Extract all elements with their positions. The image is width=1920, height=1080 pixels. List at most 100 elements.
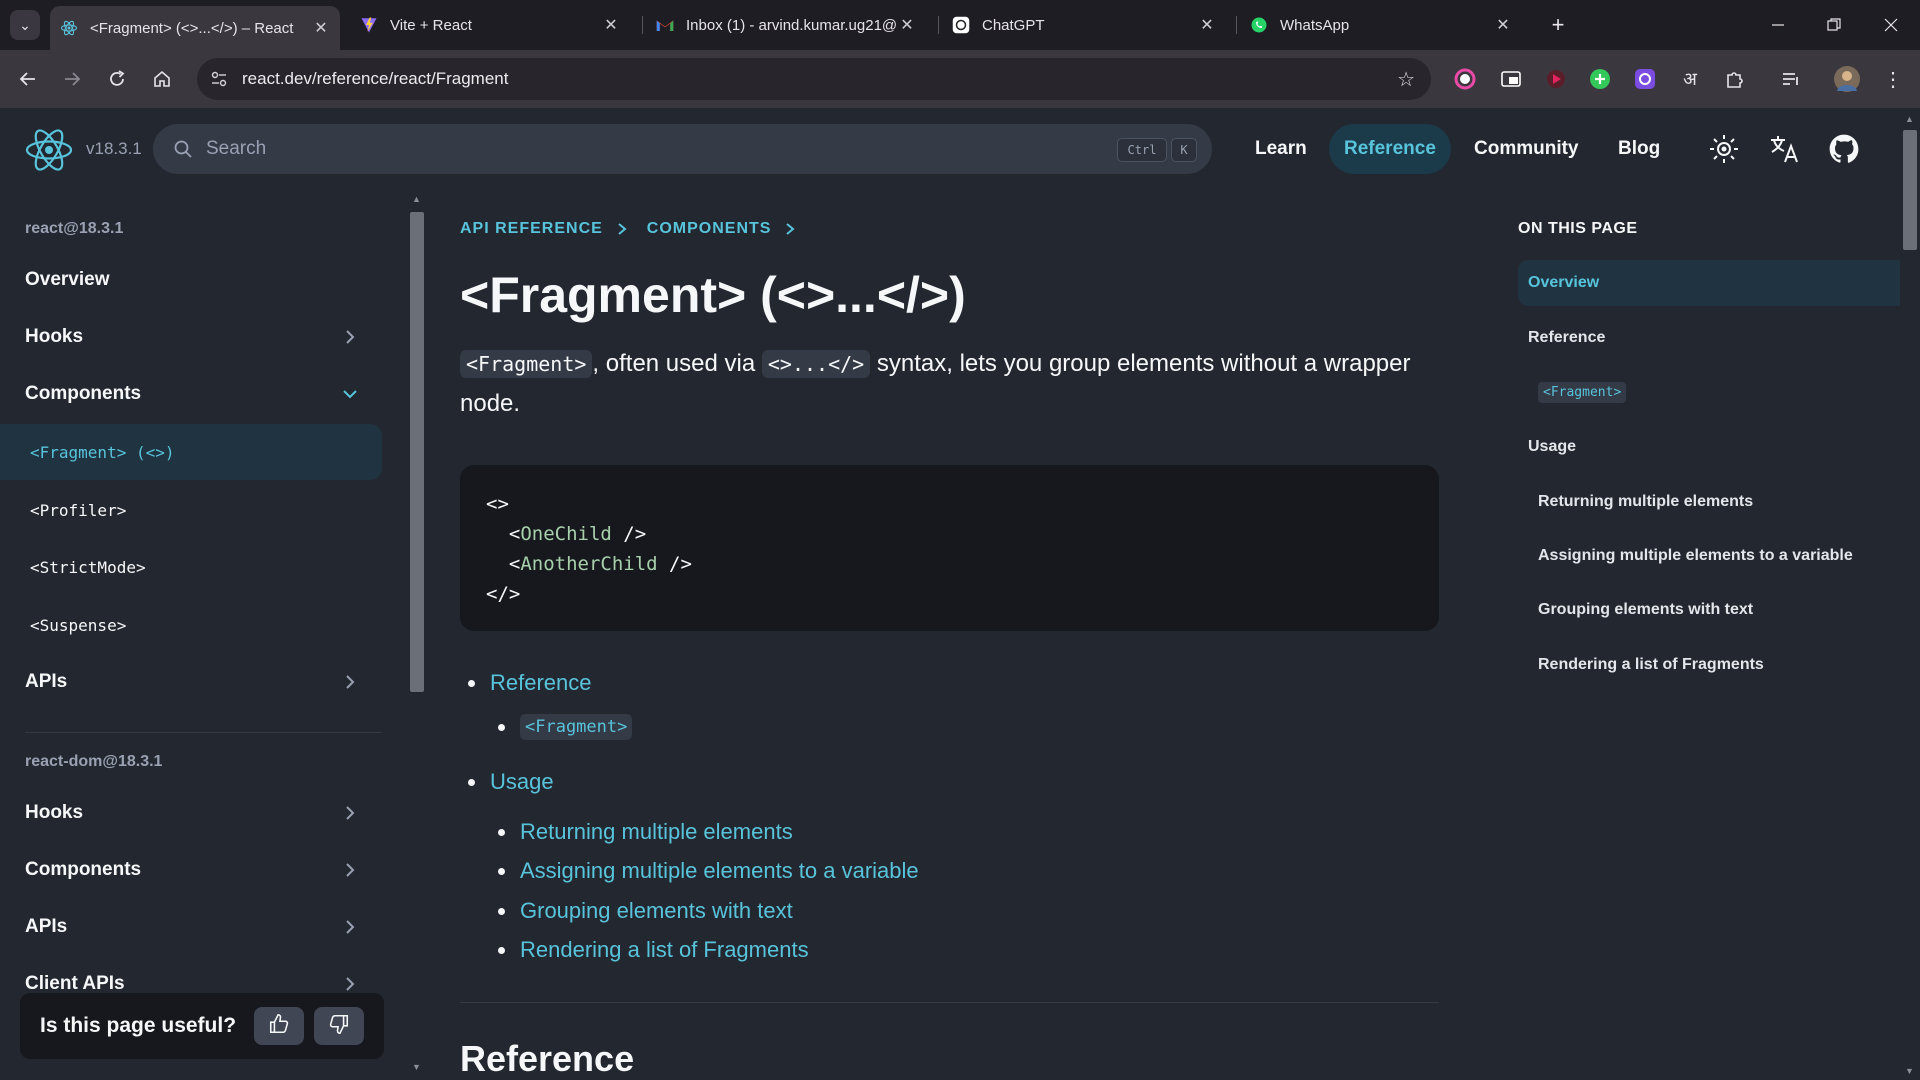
- toc-link-usage[interactable]: Usage: [490, 769, 554, 795]
- sidebar-item-apis[interactable]: APIs: [0, 654, 382, 710]
- extension-plus-icon[interactable]: [1587, 66, 1613, 92]
- sidebar-item-dom-components[interactable]: Components: [0, 842, 382, 898]
- forward-icon[interactable]: [57, 64, 87, 94]
- otp-code-label: <Fragment>: [1538, 381, 1627, 403]
- extensions-puzzle-icon[interactable]: [1722, 66, 1748, 92]
- otp-link-usage-item[interactable]: Assigning multiple elements to a variabl…: [1518, 533, 1900, 579]
- toc-item: Rendering a list of Fragments: [498, 937, 809, 963]
- feedback-question: Is this page useful?: [40, 1014, 237, 1037]
- sidebar-item-dom-hooks[interactable]: Hooks: [0, 785, 382, 841]
- nav-blog[interactable]: Blog: [1603, 124, 1675, 174]
- toc-link-usage-item[interactable]: Assigning multiple elements to a variabl…: [520, 858, 919, 884]
- thumbs-down-button[interactable]: [314, 1007, 364, 1045]
- code-token: <: [486, 523, 521, 545]
- extension-hindi-icon[interactable]: अ: [1677, 66, 1703, 92]
- close-tab-icon[interactable]: ✕: [310, 18, 332, 38]
- reload-icon[interactable]: [102, 64, 132, 94]
- nav-learn[interactable]: Learn: [1240, 124, 1322, 174]
- otp-link-usage-item[interactable]: Returning multiple elements: [1518, 479, 1900, 525]
- otp-link-usage-item[interactable]: Grouping elements with text: [1518, 587, 1900, 633]
- site-search[interactable]: Search Ctrl K: [153, 124, 1212, 174]
- code-token: <: [486, 553, 521, 575]
- otp-link-usage[interactable]: Usage: [1518, 424, 1900, 470]
- sidebar-item-components[interactable]: Components: [0, 366, 382, 422]
- restore-icon[interactable]: [1814, 8, 1854, 42]
- browser-tab-vite[interactable]: Vite + React ✕: [350, 6, 630, 44]
- close-tab-icon[interactable]: ✕: [896, 15, 918, 35]
- page-scroll-up-icon[interactable]: ▲: [1905, 114, 1914, 124]
- browser-tab-gmail[interactable]: Inbox (1) - arvind.kumar.ug21@ ✕: [646, 6, 926, 44]
- sidebar-item-hooks[interactable]: Hooks: [0, 309, 382, 365]
- extension-capture-icon[interactable]: [1632, 66, 1658, 92]
- tab-title: Vite + React: [390, 16, 472, 34]
- home-icon[interactable]: [147, 64, 177, 94]
- toc-item: Reference: [468, 670, 592, 696]
- address-bar[interactable]: react.dev/reference/react/Fragment ☆: [197, 58, 1431, 100]
- sidebar-section-react: react@18.3.1: [25, 220, 124, 237]
- sidebar-scrollbar-thumb[interactable]: [410, 212, 424, 692]
- sidebar-subitem-suspense[interactable]: <Suspense>: [0, 597, 382, 653]
- sidebar-item-label: Overview: [25, 269, 110, 290]
- toc-link-usage-item[interactable]: Rendering a list of Fragments: [520, 937, 809, 963]
- search-placeholder: Search: [206, 138, 267, 159]
- otp-link-overview[interactable]: Overview: [1518, 260, 1900, 306]
- breadcrumb-api-reference[interactable]: API REFERENCE: [460, 220, 603, 238]
- close-tab-icon[interactable]: ✕: [1492, 15, 1514, 35]
- nav-community[interactable]: Community: [1459, 124, 1594, 174]
- vite-icon: [360, 16, 378, 34]
- extension-screen-icon[interactable]: [1498, 66, 1524, 92]
- extension-color-icon[interactable]: [1452, 66, 1478, 92]
- thumbs-up-button[interactable]: [254, 1007, 304, 1045]
- react-logo-icon[interactable]: [24, 125, 74, 175]
- language-translate-icon[interactable]: [1767, 132, 1801, 166]
- toc-link-usage-item[interactable]: Grouping elements with text: [520, 898, 793, 924]
- react-version[interactable]: v18.3.1: [86, 139, 142, 159]
- browser-menu-icon[interactable]: ⋮: [1880, 66, 1906, 92]
- chevron-right-icon: [783, 222, 797, 236]
- sidebar-scroll-up-icon[interactable]: ▲: [412, 194, 421, 204]
- close-tab-icon[interactable]: ✕: [1196, 15, 1218, 35]
- page-scroll-down-icon[interactable]: ▼: [1905, 1066, 1914, 1076]
- close-tab-icon[interactable]: ✕: [600, 15, 622, 35]
- whatsapp-icon: [1250, 16, 1268, 34]
- minimize-icon[interactable]: [1758, 8, 1798, 42]
- back-icon[interactable]: [13, 64, 43, 94]
- breadcrumb-components[interactable]: COMPONENTS: [647, 220, 772, 238]
- sidebar-subitem-profiler[interactable]: <Profiler>: [0, 482, 382, 538]
- sidebar-subitem-fragment[interactable]: <Fragment> (<>): [0, 424, 382, 480]
- site-info-icon[interactable]: [209, 69, 229, 89]
- inline-code-shorthand: <>...</>: [761, 350, 871, 378]
- chevron-right-icon: [340, 803, 360, 823]
- code-block[interactable]: <> <OneChild /> <AnotherChild /> </>: [460, 465, 1439, 631]
- browser-tab-chatgpt[interactable]: ChatGPT ✕: [942, 6, 1226, 44]
- page-scrollbar[interactable]: [1900, 108, 1920, 1080]
- toc-link-reference[interactable]: Reference: [490, 670, 592, 696]
- browser-tab-whatsapp[interactable]: WhatsApp ✕: [1240, 6, 1522, 44]
- new-tab-button[interactable]: +: [1543, 10, 1573, 40]
- sidebar-subitem-strictmode[interactable]: <StrictMode>: [0, 539, 382, 595]
- sidebar-item-label: Hooks: [25, 802, 84, 823]
- profile-avatar[interactable]: [1834, 66, 1860, 92]
- close-window-icon[interactable]: [1871, 8, 1911, 42]
- sidebar-item-dom-apis[interactable]: APIs: [0, 899, 382, 955]
- nav-reference[interactable]: Reference: [1329, 124, 1451, 174]
- otp-link-reference[interactable]: Reference: [1518, 315, 1900, 361]
- media-controls-icon[interactable]: [1778, 66, 1804, 92]
- sidebar-scroll-down-icon[interactable]: ▼: [412, 1062, 421, 1072]
- browser-tab-react[interactable]: <Fragment> (<>...</>) – React ✕: [50, 6, 340, 50]
- toc-link-usage-item[interactable]: Returning multiple elements: [520, 819, 793, 845]
- theme-toggle-sun-icon[interactable]: [1707, 132, 1741, 166]
- on-this-page-heading: ON THIS PAGE: [1518, 220, 1638, 237]
- tab-search-dropdown-icon[interactable]: ⌄: [10, 10, 40, 40]
- page-scrollbar-thumb[interactable]: [1903, 130, 1917, 250]
- github-icon[interactable]: [1827, 132, 1861, 166]
- bookmark-star-icon[interactable]: ☆: [1397, 67, 1415, 92]
- otp-link-fragment[interactable]: <Fragment>: [1518, 369, 1900, 415]
- otp-link-usage-item[interactable]: Rendering a list of Fragments: [1518, 642, 1900, 688]
- bullet: [498, 723, 505, 731]
- code-token: />: [611, 523, 647, 545]
- sidebar-item-overview[interactable]: Overview: [0, 252, 382, 308]
- extension-record-icon[interactable]: [1543, 66, 1569, 92]
- bullet: [498, 867, 505, 875]
- toc-link-fragment[interactable]: <Fragment>: [520, 714, 633, 740]
